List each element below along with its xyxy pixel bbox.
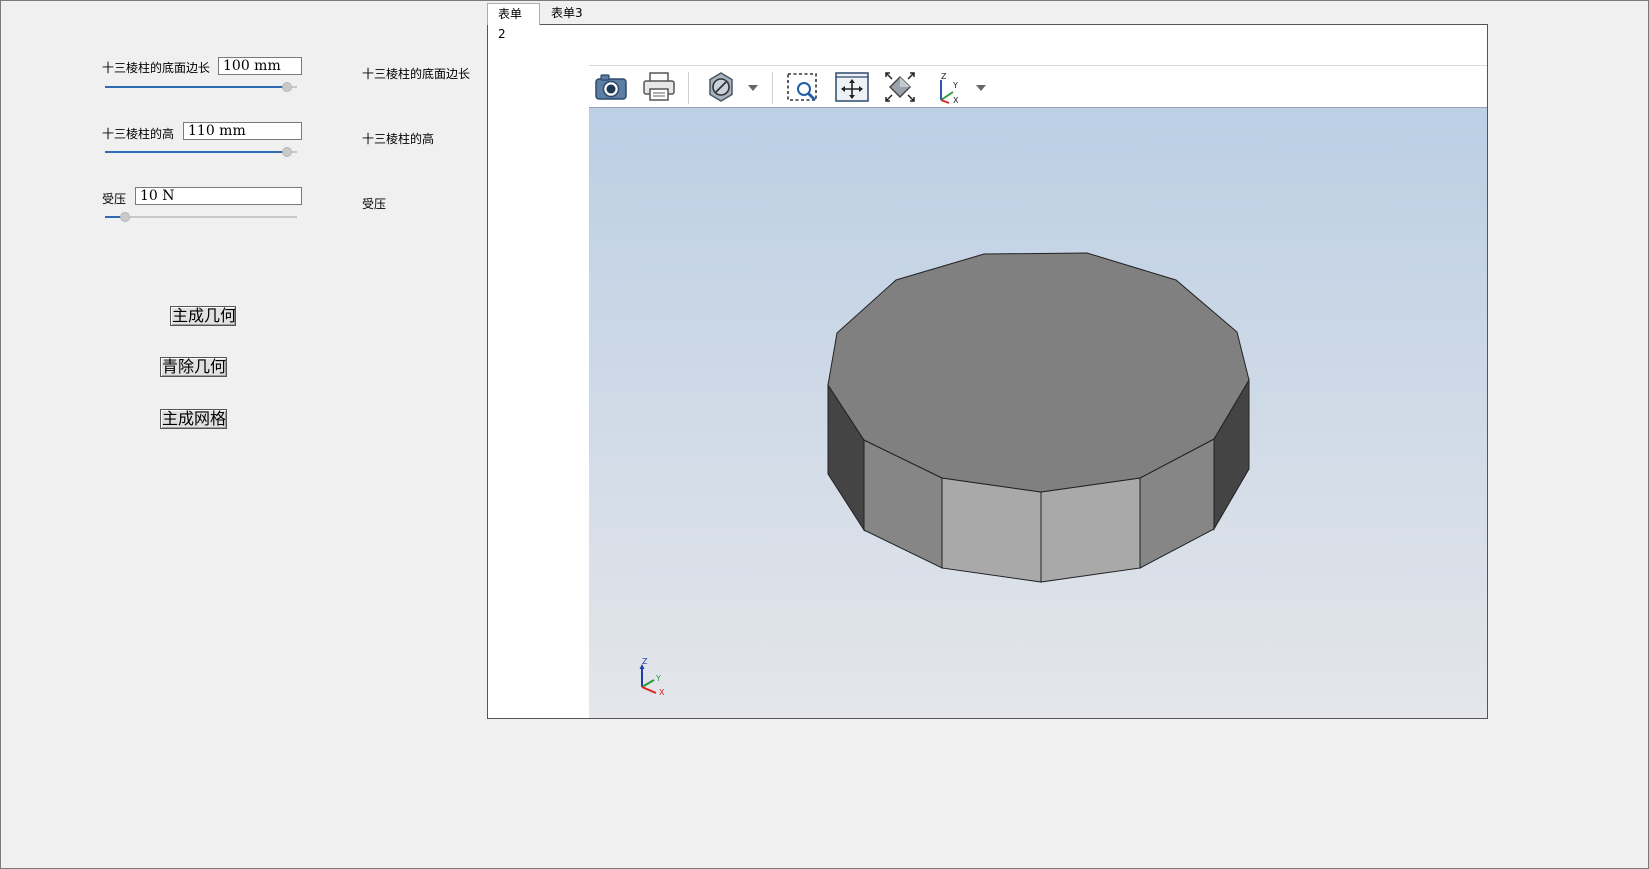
side-label-pressure: 受压 bbox=[362, 197, 387, 211]
toolbar-separator bbox=[688, 72, 689, 104]
pressure-slider[interactable] bbox=[105, 212, 297, 222]
render-style-dropdown-icon[interactable] bbox=[746, 82, 760, 94]
toolbar-separator bbox=[772, 72, 773, 104]
tab-form3[interactable]: 表单3 bbox=[541, 3, 594, 25]
base-edge-input[interactable]: 100 mm bbox=[218, 57, 302, 75]
view-triad-y-label: Y bbox=[952, 81, 958, 90]
camera-icon[interactable] bbox=[593, 70, 629, 104]
prism-front-face bbox=[941, 477, 1042, 583]
render-style-icon[interactable] bbox=[703, 70, 739, 104]
param-label-height: 十三棱柱的高 bbox=[102, 127, 175, 141]
tridecagonal-prism-model bbox=[827, 252, 1250, 583]
slider-track bbox=[105, 216, 297, 218]
clear-geometry-button[interactable]: 青除几何 bbox=[160, 357, 227, 377]
viewer-toolbar: Z Y X bbox=[589, 65, 1487, 108]
base-edge-slider[interactable] bbox=[105, 82, 297, 92]
print-icon[interactable] bbox=[641, 70, 677, 104]
slider-thumb[interactable] bbox=[282, 82, 292, 92]
param-label-base-edge: 十三棱柱的底面边长 bbox=[102, 61, 211, 75]
height-input[interactable]: 110 mm bbox=[183, 122, 302, 140]
view-orientation-icon[interactable]: Z Y X bbox=[931, 70, 967, 104]
prism-front-face bbox=[1040, 477, 1141, 583]
generate-geometry-button[interactable]: 主成几何 bbox=[170, 306, 236, 326]
view-triad-z-label: Z bbox=[941, 72, 947, 81]
3d-viewer[interactable]: Z Y X Z Y X bbox=[589, 65, 1487, 718]
height-slider[interactable] bbox=[105, 147, 297, 157]
triad-x-label: X bbox=[659, 688, 665, 697]
view-orientation-dropdown-icon[interactable] bbox=[974, 82, 988, 94]
zoom-window-icon[interactable] bbox=[785, 70, 821, 104]
triad-z-label: Z bbox=[642, 657, 648, 666]
view-triad-x-label: X bbox=[953, 96, 959, 104]
axis-triad: Z Y X bbox=[639, 657, 665, 697]
model-scene bbox=[827, 252, 1250, 583]
pressure-input[interactable]: 10 N bbox=[135, 187, 302, 205]
slider-fill bbox=[105, 151, 287, 153]
generate-mesh-button[interactable]: 主成网格 bbox=[160, 409, 227, 429]
side-label-base-edge: 十三棱柱的底面边长 bbox=[362, 67, 471, 81]
slider-thumb[interactable] bbox=[282, 147, 292, 157]
tab-form2[interactable]: 表单2 bbox=[487, 3, 540, 41]
triad-y-label: Y bbox=[655, 674, 661, 683]
pan-icon[interactable] bbox=[834, 70, 870, 104]
fit-all-icon[interactable] bbox=[882, 70, 918, 104]
slider-thumb[interactable] bbox=[120, 212, 130, 222]
param-label-pressure: 受压 bbox=[102, 192, 127, 206]
slider-fill bbox=[105, 86, 287, 88]
side-label-height: 十三棱柱的高 bbox=[362, 132, 435, 146]
